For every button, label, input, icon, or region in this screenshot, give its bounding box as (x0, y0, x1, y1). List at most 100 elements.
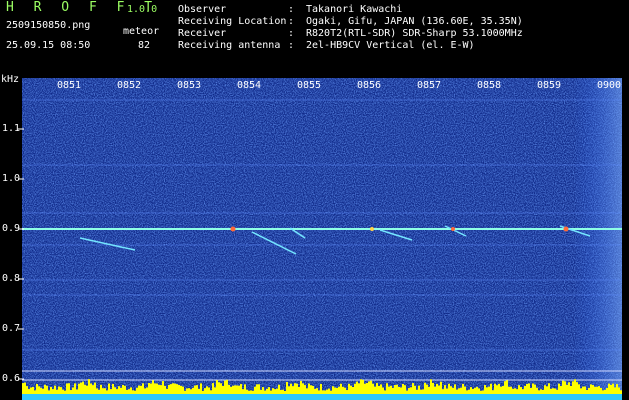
signal-bar (220, 383, 222, 394)
signal-bar (540, 389, 542, 394)
signal-bar (616, 384, 618, 394)
signal-bar (166, 388, 168, 394)
signal-bar (372, 383, 374, 394)
signal-bar (198, 388, 200, 394)
signal-bar (236, 385, 238, 394)
signal-bar (518, 385, 520, 394)
signal-bar (282, 389, 284, 394)
signal-bar (550, 388, 552, 394)
signal-bar (88, 379, 90, 394)
signal-bar (378, 385, 380, 394)
y-axis-unit: kHz (1, 74, 20, 85)
signal-bar (132, 390, 134, 394)
signal-bar (90, 383, 92, 394)
y-tick-label: 1.1 (2, 123, 21, 134)
signal-bar (208, 387, 210, 394)
signal-bar (254, 386, 256, 394)
signal-bar (354, 383, 356, 394)
signal-bar (466, 390, 468, 394)
signal-bar (110, 389, 112, 394)
signal-bar (92, 385, 94, 394)
receiver-value: R820T2(RTL-SDR) SDR-Sharp 53.1000MHz (306, 28, 523, 39)
signal-bar (278, 384, 280, 394)
signal-bar (494, 383, 496, 394)
signal-bar (364, 383, 366, 394)
signal-bar (72, 387, 74, 394)
observer-key: Observer (178, 4, 227, 15)
signal-bar (62, 389, 64, 394)
signal-bar (228, 384, 230, 394)
signal-bar (218, 382, 220, 394)
signal-bar (600, 387, 602, 394)
signal-bar (472, 388, 474, 394)
signal-bar (96, 388, 98, 394)
signal-bar (60, 387, 62, 394)
signal-bar (366, 383, 368, 394)
signal-bar (260, 389, 262, 394)
signal-bar (314, 388, 316, 394)
signal-bar (376, 383, 378, 394)
signal-bar (184, 390, 186, 394)
signal-bar (414, 385, 416, 394)
signal-bar (556, 389, 558, 394)
signal-bar (400, 387, 402, 394)
signal-bar (408, 388, 410, 394)
signal-bar (262, 387, 264, 394)
signal-bar (106, 390, 108, 394)
signal-bar (338, 386, 340, 394)
signal-bar (590, 384, 592, 394)
x-tick-label: 0856 (357, 80, 382, 91)
signal-bar (44, 384, 46, 394)
signal-bar (70, 390, 72, 394)
meteor-head (370, 227, 374, 231)
signal-bar (286, 382, 288, 394)
signal-bar (188, 388, 190, 394)
signal-bar (580, 388, 582, 394)
signal-bar (574, 379, 576, 394)
signal-bar (120, 387, 122, 394)
signal-bar (618, 387, 620, 394)
signal-bar (238, 385, 240, 394)
signal-bar (536, 387, 538, 394)
signal-bar (82, 381, 84, 394)
signal-bar (200, 383, 202, 394)
signal-bar (232, 385, 234, 394)
signal-bar (398, 386, 400, 394)
signal-bar (476, 386, 478, 394)
x-tick-label: 0855 (297, 80, 322, 91)
signal-bar (374, 386, 376, 394)
signal-bar (504, 381, 506, 394)
signal-bar (522, 389, 524, 394)
signal-bar (322, 390, 324, 394)
meteor-head (230, 226, 236, 232)
signal-bar (204, 388, 206, 394)
signal-bar (568, 382, 570, 394)
signal-bar (126, 389, 128, 394)
signal-bar (606, 387, 608, 394)
signal-bar (484, 385, 486, 394)
signal-bar (478, 388, 480, 394)
signal-bar (212, 383, 214, 394)
signal-bar (178, 385, 180, 394)
signal-bar (292, 386, 294, 394)
signal-bar (578, 384, 580, 394)
y-tick-label: 0.7 (2, 323, 21, 334)
signal-bar (86, 385, 88, 394)
signal-bar (604, 389, 606, 394)
signal-bar (192, 387, 194, 394)
x-tick-label: 0852 (117, 80, 142, 91)
receiver-key: Receiver (178, 28, 227, 39)
x-tick-label: 0858 (477, 80, 502, 91)
signal-bar (284, 390, 286, 394)
signal-bar (142, 383, 144, 394)
signal-bar (548, 383, 550, 394)
signal-bar (464, 386, 466, 394)
signal-bar (488, 386, 490, 394)
signal-bar (342, 386, 344, 394)
signal-bar (140, 385, 142, 394)
signal-bar (562, 380, 564, 394)
signal-bar (190, 389, 192, 394)
signal-bar (434, 386, 436, 394)
signal-bar (326, 389, 328, 394)
signal-bar (458, 388, 460, 394)
